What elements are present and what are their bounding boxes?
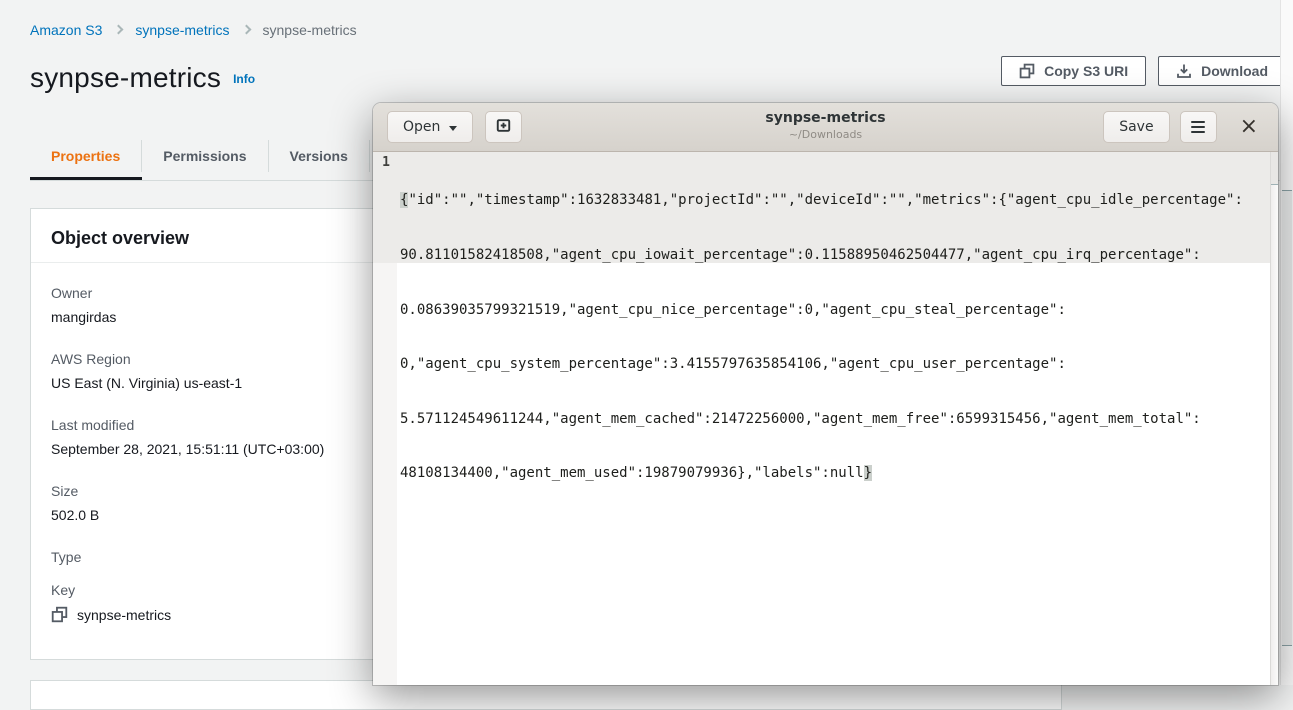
tab-properties[interactable]: Properties	[30, 148, 141, 164]
editor-headerbar[interactable]: Open synpse-metrics ~/Downloads Save ×	[373, 103, 1278, 152]
save-button-label: Save	[1119, 119, 1153, 135]
info-link[interactable]: Info	[233, 72, 255, 86]
download-icon	[1176, 63, 1192, 79]
chevron-down-icon	[449, 126, 457, 131]
object-actions: Copy S3 URI Download	[1001, 56, 1286, 86]
new-document-button[interactable]	[485, 111, 522, 143]
object-tabs: Properties Permissions Versions	[30, 140, 370, 172]
tab-permissions[interactable]: Permissions	[142, 148, 267, 164]
copy-s3-uri-label: Copy S3 URI	[1044, 63, 1128, 79]
window-subtitle: ~/Downloads	[765, 128, 885, 141]
close-window-button[interactable]: ×	[1234, 116, 1264, 138]
breadcrumb-object: synpse-metrics	[263, 22, 357, 38]
download-label: Download	[1201, 63, 1268, 79]
editor-scrollbar-thumb[interactable]	[1271, 152, 1278, 185]
page-title-row: synpse-metrics Info	[30, 62, 255, 94]
line-number-gutter	[373, 263, 397, 685]
browser-scrollbar[interactable]	[1280, 0, 1293, 685]
line-number: 1	[373, 155, 390, 170]
window-title: synpse-metrics	[765, 110, 885, 126]
text-editor-window: Open synpse-metrics ~/Downloads Save ×	[373, 103, 1278, 685]
object-key-text[interactable]: synpse-metrics	[77, 607, 171, 623]
open-button[interactable]: Open	[387, 111, 473, 143]
browser-scrollbar-thumb[interactable]	[1282, 190, 1292, 646]
breadcrumb-amazon-s3[interactable]: Amazon S3	[30, 22, 102, 38]
code-line: {"id":"","timestamp":1632833481,"project…	[400, 191, 1243, 209]
page-title: synpse-metrics	[30, 62, 221, 94]
hamburger-menu-icon	[1191, 121, 1205, 133]
matched-brace-close: }	[864, 465, 872, 481]
code-line: 48108134400,"agent_mem_used":19879079936…	[400, 464, 1243, 482]
window-title-block: synpse-metrics ~/Downloads	[765, 110, 885, 141]
editor-scrollbar[interactable]	[1270, 152, 1278, 685]
breadcrumb: Amazon S3 synpse-metrics synpse-metrics	[30, 22, 357, 38]
breadcrumb-bucket[interactable]: synpse-metrics	[135, 22, 229, 38]
copy-key-icon[interactable]	[51, 606, 68, 623]
chevron-right-icon	[241, 25, 251, 35]
download-button[interactable]: Download	[1158, 56, 1286, 86]
code-line: 90.81101582418508,"agent_cpu_iowait_perc…	[400, 246, 1243, 264]
copy-icon	[1019, 63, 1035, 79]
tab-versions[interactable]: Versions	[269, 148, 369, 164]
open-button-label: Open	[403, 119, 440, 135]
menu-button[interactable]	[1180, 111, 1217, 143]
new-document-icon	[495, 117, 512, 138]
headerbar-right-controls: Save ×	[1103, 111, 1264, 143]
editor-text-area[interactable]: 1 {"id":"","timestamp":1632833481,"proje…	[373, 152, 1278, 685]
code-line: 0.08639035799321519,"agent_cpu_nice_perc…	[400, 301, 1243, 319]
chevron-right-icon	[114, 25, 124, 35]
copy-s3-uri-button[interactable]: Copy S3 URI	[1001, 56, 1146, 86]
code-line: 5.571124549611244,"agent_mem_cached":214…	[400, 410, 1243, 428]
save-button[interactable]: Save	[1103, 111, 1169, 143]
code-line: 0,"agent_cpu_system_percentage":3.415579…	[400, 355, 1243, 373]
editor-code[interactable]: {"id":"","timestamp":1632833481,"project…	[400, 155, 1243, 519]
tab-divider	[369, 140, 370, 172]
